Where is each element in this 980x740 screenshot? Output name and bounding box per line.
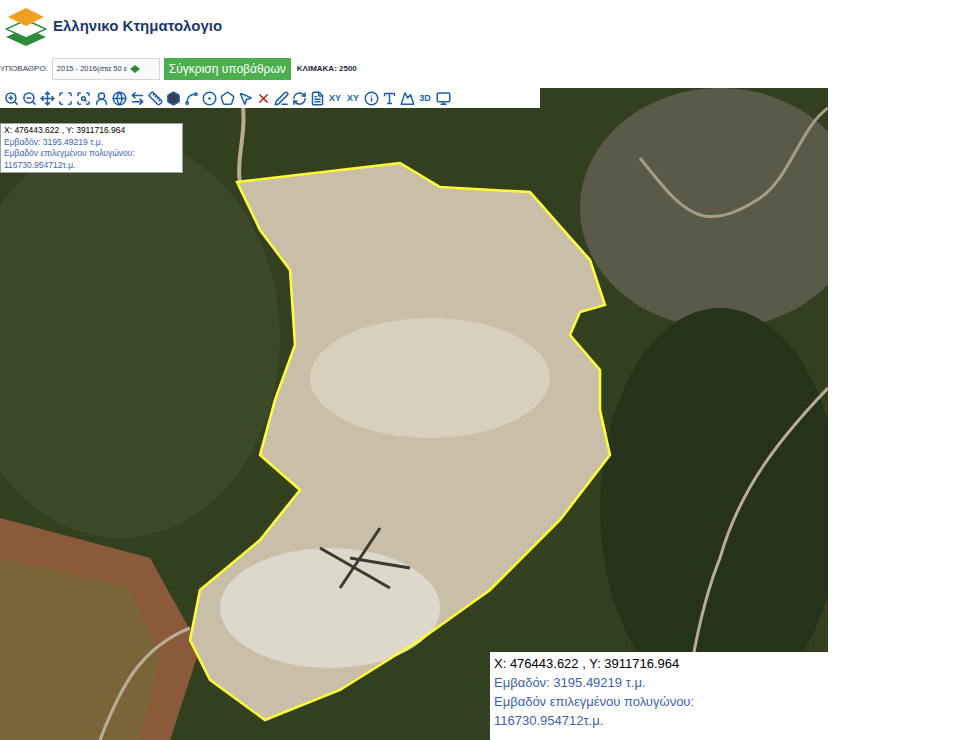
label-icon xyxy=(382,91,397,106)
area-text: Εμβαδόν: 3195.49219 τ.μ. xyxy=(4,137,179,149)
user-icon xyxy=(94,91,109,106)
aerial-imagery xyxy=(0,88,828,740)
tool-button[interactable] xyxy=(38,89,56,107)
tool-button[interactable] xyxy=(254,89,272,107)
measure-info-box: X: 476443.622 , Y: 3911716.964Εμβαδόν: 3… xyxy=(0,123,183,173)
edit-icon xyxy=(274,91,289,106)
logo-text: Ελληνικο Κτηματολογιο xyxy=(53,15,222,38)
tool-button[interactable] xyxy=(92,89,110,107)
scale-text: ΚΛΙΜΑΚΑ: 2500 xyxy=(297,63,357,75)
tool-button[interactable]: XY xyxy=(344,89,362,107)
terrain-icon xyxy=(400,91,415,106)
zoom-in-icon xyxy=(4,91,19,106)
tool-button[interactable] xyxy=(182,89,200,107)
measure-info-box: X: 476443.622 , Y: 3911716.964Εμβαδόν: 3… xyxy=(490,652,830,740)
tool-button[interactable] xyxy=(2,89,20,107)
tool-button[interactable] xyxy=(20,89,38,107)
coords-text: X: 476443.622 , Y: 3911716.964 xyxy=(4,125,179,137)
tool-button[interactable] xyxy=(200,89,218,107)
polygon-area-value: 116730.954712τ.μ. xyxy=(494,711,826,730)
basemap-label: ΥΠΟΒΑΘΡΟ: xyxy=(0,63,48,75)
tool-button[interactable] xyxy=(398,89,416,107)
controls-bar: ΥΠΟΒΑΘΡΟ: 2015 - 2016(στα 50 εΣύγκριση υπ… xyxy=(0,52,980,86)
area-text: Εμβαδόν: 3195.49219 τ.μ. xyxy=(494,673,826,692)
info-icon xyxy=(364,91,379,106)
ruler-icon xyxy=(148,91,163,106)
tool-button[interactable] xyxy=(236,89,254,107)
zoom-extent-icon xyxy=(76,91,91,106)
basemap-icon xyxy=(129,64,141,74)
pan-icon xyxy=(40,91,55,106)
coords-text: X: 476443.622 , Y: 3911716.964 xyxy=(494,654,826,673)
polygon-area-label: Εμβαδόν επιλεγμένου πολυγώνου: xyxy=(494,692,826,711)
tool-button[interactable] xyxy=(290,89,308,107)
tool-button[interactable] xyxy=(128,89,146,107)
refresh-icon xyxy=(292,91,307,106)
polygon-area-label: Εμβαδόν επιλεγμένου πολυγώνου: xyxy=(4,148,179,160)
polygon-area-value: 116730.954712τ.μ. xyxy=(4,160,179,172)
tool-button[interactable]: 3D xyxy=(416,89,434,107)
tool-button[interactable]: XY xyxy=(326,89,344,107)
polygon-fill-icon xyxy=(166,91,181,106)
map-toolbar: XYXY 3D xyxy=(0,88,540,108)
clear-icon xyxy=(256,91,271,106)
zoom-box-icon xyxy=(58,91,73,106)
document-icon xyxy=(310,91,325,106)
tool-button[interactable] xyxy=(146,89,164,107)
tool-button[interactable] xyxy=(164,89,182,107)
tool-button[interactable] xyxy=(380,89,398,107)
tool-button[interactable] xyxy=(362,89,380,107)
measure-distance-icon xyxy=(130,91,145,106)
tool-button[interactable] xyxy=(434,89,452,107)
basemap-select[interactable]: 2015 - 2016(στα 50 ε xyxy=(52,58,160,80)
tool-button[interactable] xyxy=(218,89,236,107)
polygon-icon xyxy=(220,91,235,106)
circle-icon xyxy=(202,91,217,106)
compare-button[interactable]: Σύγκριση υποβάθρων xyxy=(164,58,291,80)
tool-button[interactable] xyxy=(74,89,92,107)
print-icon xyxy=(436,91,451,106)
tool-button[interactable] xyxy=(308,89,326,107)
globe-icon xyxy=(112,91,127,106)
map[interactable]: XYXY3DX: 476443.622 , Y: 3911716.964Εμβα… xyxy=(0,88,828,740)
tool-button[interactable] xyxy=(56,89,74,107)
tool-button[interactable] xyxy=(272,89,290,107)
tool-button[interactable] xyxy=(110,89,128,107)
select-icon xyxy=(238,91,253,106)
zoom-out-icon xyxy=(22,91,37,106)
cadastre-logo-icon xyxy=(5,6,47,46)
app: Ελληνικο Κτηματολογιο ΥΠΟΒΑΘΡΟ: 2015 - 201… xyxy=(0,0,980,740)
header: Ελληνικο Κτηματολογιο xyxy=(0,0,980,52)
line-icon xyxy=(184,91,199,106)
